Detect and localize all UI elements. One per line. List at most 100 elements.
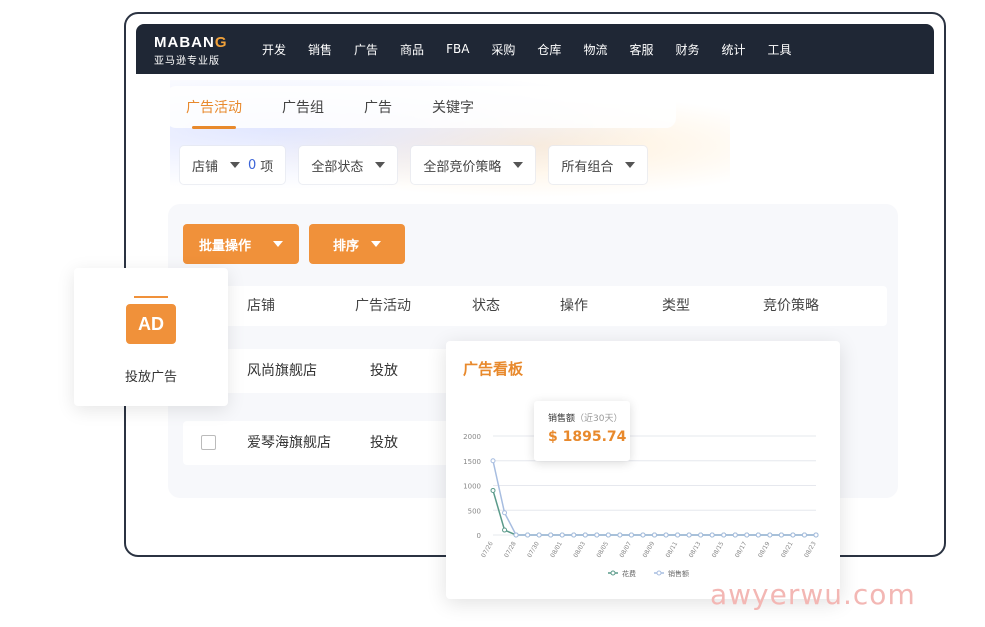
nav-item[interactable]: 销售 xyxy=(308,41,332,58)
tooltip-label: 销售额 xyxy=(548,414,576,424)
data-point xyxy=(594,532,600,538)
sales-chart: 0 500 1000 1500 2000 07/26 07/28 07/30 08/01 08/0… xyxy=(463,433,819,578)
data-point xyxy=(686,532,692,538)
bidding-filter-label: 全部竞价策略 xyxy=(423,159,502,175)
row-campaign: 投放 xyxy=(370,363,398,379)
data-point xyxy=(744,532,750,538)
data-point xyxy=(571,532,577,538)
data-point xyxy=(582,532,588,538)
data-point xyxy=(502,527,508,533)
header-bidding[interactable]: 竞价策略 xyxy=(763,286,819,326)
filter-bar: 店铺 0 项 全部状态 全部竞价策略 所有组合 xyxy=(180,146,661,184)
x-tick-label: 08/09 xyxy=(642,540,657,559)
nav-item[interactable]: 开发 xyxy=(262,41,286,58)
data-point xyxy=(490,458,496,464)
x-tick-label: 08/05 xyxy=(595,540,610,559)
tab[interactable]: 关键字 xyxy=(432,97,474,117)
watermark: awyerwu.com xyxy=(710,578,916,611)
tooltip-sub: （近30天） xyxy=(575,414,623,424)
y-tick-label: 2000 xyxy=(463,433,481,441)
brand-logo[interactable]: MABANG 亚马逊专业版 xyxy=(154,34,228,67)
data-point xyxy=(605,532,611,538)
tab[interactable]: 广告 xyxy=(364,97,392,117)
series-line xyxy=(492,460,816,536)
x-tick-label: 07/28 xyxy=(503,540,518,559)
row-store: 风尚旗舰店 xyxy=(247,363,317,379)
ad-placement-card[interactable]: AD 投放广告 xyxy=(74,268,228,406)
caret-down-icon xyxy=(625,162,636,168)
row-campaign: 投放 xyxy=(370,435,398,451)
data-point xyxy=(502,510,508,516)
batch-operation-button[interactable]: 批量操作 xyxy=(183,224,299,264)
x-tick-label: 08/07 xyxy=(618,540,633,559)
top-navigation: MABANG 亚马逊专业版 开发 销售 广告 商品 FBA 采购 仓库 物流 客服 财务 统计 工具 xyxy=(136,24,934,74)
nav-menu: 开发 销售 广告 商品 FBA 采购 仓库 物流 客服 财务 统计 工具 xyxy=(262,24,814,74)
row-checkbox[interactable] xyxy=(201,435,216,450)
status-filter[interactable]: 全部状态 xyxy=(299,146,398,184)
tab[interactable]: 广告活动 xyxy=(186,97,242,129)
data-point xyxy=(813,532,819,538)
action-buttons: 批量操作 排序 xyxy=(183,224,415,264)
nav-item[interactable]: 工具 xyxy=(768,41,792,58)
x-tick-label: 08/23 xyxy=(803,540,818,559)
x-tick-label: 08/13 xyxy=(688,540,703,559)
nav-item[interactable]: 广告 xyxy=(354,41,378,58)
x-tick-label: 08/17 xyxy=(734,540,749,559)
data-point xyxy=(709,532,715,538)
caret-down-icon xyxy=(513,162,524,168)
bidding-filter[interactable]: 全部竞价策略 xyxy=(411,146,536,184)
nav-item[interactable]: 统计 xyxy=(721,41,745,58)
data-point xyxy=(652,532,657,538)
nav-item[interactable]: 客服 xyxy=(629,41,653,58)
data-point xyxy=(732,532,738,538)
batch-operation-label: 批量操作 xyxy=(199,238,252,254)
x-tick-label: 08/03 xyxy=(572,540,587,559)
nav-item[interactable]: 商品 xyxy=(400,41,424,58)
caret-down-icon xyxy=(273,241,283,247)
store-count-value: 0 xyxy=(248,157,257,173)
table-row[interactable]: 爱琴海旗舰店 投放 xyxy=(183,421,473,465)
data-point xyxy=(628,532,634,538)
data-point xyxy=(513,532,519,538)
legend-marker xyxy=(610,570,616,576)
row-store: 爱琴海旗舰店 xyxy=(247,435,331,451)
nav-item[interactable]: 采购 xyxy=(491,41,515,58)
data-point xyxy=(548,532,554,538)
x-tick-label: 08/01 xyxy=(549,540,564,559)
header-operation[interactable]: 操作 xyxy=(560,286,588,326)
table-header: 店铺 广告活动 状态 操作 类型 竞价策略 xyxy=(183,286,887,326)
legend-marker xyxy=(656,570,662,576)
store-filter[interactable]: 店铺 0 项 xyxy=(180,146,286,184)
tab[interactable]: 广告组 xyxy=(282,97,324,117)
y-tick-label: 500 xyxy=(468,507,481,515)
caret-down-icon xyxy=(375,162,386,168)
store-filter-label: 店铺 xyxy=(192,159,219,175)
tooltip-value: $ 1895.74 xyxy=(548,429,627,445)
header-status[interactable]: 状态 xyxy=(472,286,500,326)
nav-item[interactable]: 仓库 xyxy=(537,41,561,58)
sort-button[interactable]: 排序 xyxy=(309,224,405,264)
header-store[interactable]: 店铺 xyxy=(247,286,275,326)
data-point xyxy=(617,532,623,538)
portfolio-filter[interactable]: 所有组合 xyxy=(549,146,648,184)
series-line xyxy=(492,490,816,536)
data-point xyxy=(721,532,727,538)
logo-text: MABAN xyxy=(154,34,215,51)
header-type[interactable]: 类型 xyxy=(662,286,690,326)
x-tick-label: 07/26 xyxy=(480,540,495,559)
status-filter-label: 全部状态 xyxy=(311,159,364,175)
nav-item[interactable]: 物流 xyxy=(583,41,607,58)
nav-item[interactable]: 财务 xyxy=(675,41,699,58)
data-point xyxy=(778,532,784,538)
y-tick-label: 1500 xyxy=(463,458,481,466)
data-point xyxy=(755,532,761,538)
data-point xyxy=(675,532,681,538)
y-tick-label: 0 xyxy=(477,532,481,540)
store-count-unit: 项 xyxy=(260,159,274,175)
x-tick-label: 08/15 xyxy=(711,540,726,559)
header-campaign[interactable]: 广告活动 xyxy=(355,286,411,326)
data-point xyxy=(525,532,531,538)
nav-item[interactable]: FBA xyxy=(446,42,469,56)
data-point xyxy=(559,532,565,538)
x-tick-label: 08/11 xyxy=(665,540,680,559)
